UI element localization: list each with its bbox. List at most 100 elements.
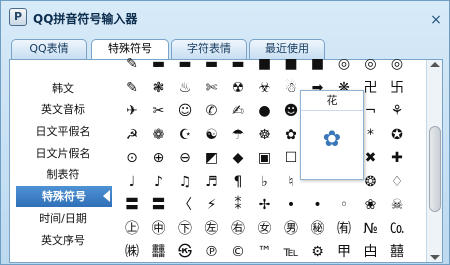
symbol-cell[interactable]: ⚘	[385, 101, 409, 124]
symbol-cell[interactable]: ⊙	[120, 148, 144, 171]
symbol-cell[interactable]: ♢	[385, 172, 409, 195]
symbol-cell[interactable]: ¶	[226, 172, 250, 195]
symbol-cell[interactable]: ㏇	[385, 219, 409, 242]
symbol-cell[interactable]: ㊦	[173, 219, 197, 242]
sidebar-item-english-ordinal[interactable]: 英文序号	[20, 230, 106, 251]
symbol-grid: ✎ ▬ ▬ ▬ ▬ ■ ■ ■ ◎ ◎ ◎ ✎ ❃ ♨ ✄ ☢ ☣ ☃ ➡ ❋ 卍卐 ✈ ✂ ☺ ✆ ✍ ● ☻ ¬ ⚘ ☭ ❁ ☪ ☯ ☂ ☸ ✿ * ✪…	[114, 54, 420, 262]
symbol-cell[interactable]: ■	[306, 54, 330, 77]
symbol-cell[interactable]: ☠	[385, 195, 409, 218]
category-sidebar: 韩文 英文音标 日文平假名 日文片假名 制表符 特殊符号 时间/日期 英文序号	[10, 60, 116, 262]
qq-pinyin-logo: P	[9, 8, 27, 26]
symbol-cell[interactable]: ✈	[120, 101, 144, 124]
symbol-cell[interactable]: 〈	[173, 195, 197, 218]
symbol-cell[interactable]: ☺	[173, 101, 197, 124]
symbol-cell[interactable]: ✚	[385, 148, 409, 171]
symbol-cell[interactable]: 〓	[147, 195, 171, 218]
symbol-cell[interactable]: ♭	[253, 172, 277, 195]
close-button[interactable]: ×	[429, 13, 443, 28]
symbol-cell[interactable]: ℗	[200, 242, 224, 262]
symbol-cell[interactable]: 䨻	[147, 242, 171, 262]
symbol-cell[interactable]: ⊖	[173, 148, 197, 171]
symbol-cell[interactable]: ⁑	[226, 195, 250, 218]
symbol-cell[interactable]: ⊕	[147, 148, 171, 171]
symbol-cell[interactable]: ☸	[253, 125, 277, 148]
symbol-cell[interactable]: ⚡	[200, 195, 224, 218]
symbol-cell[interactable]: ✂	[147, 101, 171, 124]
symbol-cell[interactable]: ■	[253, 54, 277, 77]
symbol-cell[interactable]: 甲	[332, 242, 356, 262]
symbol-cell[interactable]: ✆	[200, 101, 224, 124]
symbol-cell[interactable]: ☢	[226, 78, 250, 101]
symbol-cell[interactable]: ㊛	[253, 219, 277, 242]
symbol-cell[interactable]: ▬	[147, 54, 171, 77]
sidebar-item-special-symbols[interactable]: 特殊符号	[16, 186, 112, 207]
symbol-cell[interactable]: ☯	[200, 125, 224, 148]
symbol-cell[interactable]: ♪	[147, 172, 171, 195]
symbol-cell[interactable]: ◦	[332, 195, 356, 218]
symbol-cell[interactable]: ●	[253, 101, 277, 124]
symbol-cell[interactable]: 甴	[359, 242, 383, 262]
symbol-cell[interactable]: ㊙	[306, 219, 330, 242]
chevron-up-icon[interactable]	[430, 62, 440, 67]
symbol-cell[interactable]: ™	[253, 242, 277, 262]
flower-icon: ✿	[322, 127, 342, 152]
symbol-cell[interactable]: ❀	[359, 195, 383, 218]
symbol-cell[interactable]: ㊥	[147, 219, 171, 242]
symbol-cell[interactable]: ✎	[120, 54, 144, 77]
symbol-cell[interactable]: ☪	[173, 125, 197, 148]
symbol-cell[interactable]: №	[359, 219, 383, 242]
sidebar-item-time-date[interactable]: 时间/日期	[20, 208, 106, 229]
symbol-cell[interactable]: ❃	[147, 78, 171, 101]
chevron-down-icon[interactable]	[430, 255, 440, 260]
symbol-cell[interactable]: ◎	[332, 54, 356, 77]
symbol-cell[interactable]: ▬	[226, 54, 250, 77]
symbol-cell[interactable]: 囍	[385, 242, 409, 262]
symbol-cell[interactable]: ♨	[173, 78, 197, 101]
symbol-cell[interactable]: ◎	[385, 54, 409, 77]
symbol-cell[interactable]: •	[279, 195, 303, 218]
symbol-cell[interactable]: ✎	[120, 78, 144, 101]
scroll-thumb[interactable]	[429, 126, 441, 212]
symbol-cell[interactable]: ◩	[200, 148, 224, 171]
symbol-cell[interactable]: ㉿	[173, 242, 197, 262]
tab-qq-emoticons[interactable]: QQ表情	[11, 39, 87, 59]
symbol-cell[interactable]: ☣	[253, 78, 277, 101]
symbol-cell[interactable]: ㊤	[120, 219, 144, 242]
sidebar-item-korean[interactable]: 韩文	[20, 78, 106, 99]
symbol-cell[interactable]: ㈱	[120, 242, 144, 262]
symbol-cell[interactable]: ▬	[173, 54, 197, 77]
symbol-cell[interactable]: ♩	[120, 172, 144, 195]
symbol-cell[interactable]: ✪	[385, 125, 409, 148]
sidebar-item-katakana[interactable]: 日文片假名	[20, 143, 106, 164]
symbol-cell[interactable]: ☭	[120, 125, 144, 148]
preview-name: 花	[301, 93, 363, 111]
symbol-cell[interactable]: 〓	[120, 195, 144, 218]
symbol-cell[interactable]: ■	[279, 54, 303, 77]
content-panel: 韩文 英文音标 日文平假名 日文片假名 制表符 特殊符号 时间/日期 英文序号 …	[9, 56, 443, 263]
symbol-cell[interactable]: ▬	[200, 54, 224, 77]
sidebar-item-english-phonetic[interactable]: 英文音标	[20, 99, 106, 120]
symbol-cell[interactable]: ㊧	[200, 219, 224, 242]
symbol-cell[interactable]: ©	[226, 242, 250, 262]
symbol-cell[interactable]: ❁	[147, 125, 171, 148]
symbol-cell[interactable]: ◆	[226, 148, 250, 171]
symbol-cell[interactable]: ㈲	[332, 219, 356, 242]
symbol-cell[interactable]: ℡	[279, 242, 303, 262]
sidebar-item-hiragana[interactable]: 日文平假名	[20, 121, 106, 142]
vertical-scrollbar[interactable]	[426, 60, 442, 262]
symbol-cell[interactable]: ♫	[173, 172, 197, 195]
symbol-cell[interactable]: ✢	[253, 195, 277, 218]
symbol-cell[interactable]: ⚙	[306, 242, 330, 262]
symbol-cell[interactable]: ♬	[200, 172, 224, 195]
symbol-cell[interactable]: ㊨	[226, 219, 250, 242]
symbol-cell[interactable]: ✍	[226, 101, 250, 124]
symbol-cell[interactable]: ◎	[359, 54, 383, 77]
symbol-cell[interactable]: ▣	[253, 148, 277, 171]
symbol-cell[interactable]: ㊚	[279, 219, 303, 242]
symbol-cell[interactable]: •	[306, 195, 330, 218]
title-bar[interactable]: P QQ拼音符号输入器 ×	[1, 1, 449, 33]
symbol-cell[interactable]: ☂	[226, 125, 250, 148]
symbol-cell[interactable]: 卐	[385, 78, 409, 101]
sidebar-item-box-drawing[interactable]: 制表符	[20, 164, 106, 185]
symbol-cell[interactable]: ✄	[200, 78, 224, 101]
